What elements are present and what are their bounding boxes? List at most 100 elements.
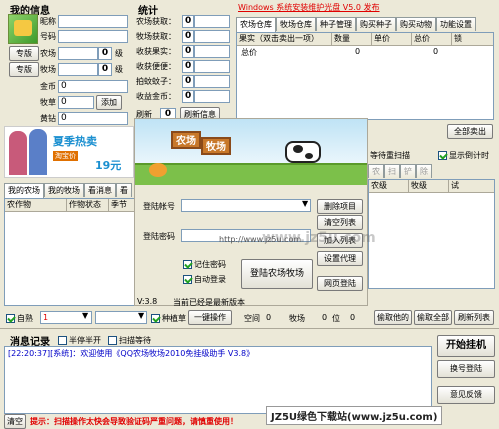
- countdown-label: 显示倒计时: [449, 151, 489, 160]
- clear-list-button[interactable]: 清空列表: [317, 215, 363, 230]
- ranch-exp-field: [58, 63, 98, 76]
- tab-buy-seeds[interactable]: 购买种子: [356, 17, 396, 31]
- tab-buy-animals[interactable]: 购买动物: [396, 17, 436, 31]
- ad-banner[interactable]: 夏季热卖 淘宝价 19元: [4, 126, 134, 178]
- steal-all-button[interactable]: 偷取全部: [414, 310, 452, 325]
- tip-text: 提示：扫描操作太快会导致验证码严重问题，请慎重使用！: [30, 417, 238, 426]
- account-field: [58, 30, 128, 43]
- remember-checkbox[interactable]: [183, 260, 192, 269]
- pro-button-2[interactable]: 专版: [9, 62, 39, 77]
- auto-login-label: 自动登录: [194, 275, 226, 284]
- tab-side-farm[interactable]: 农: [368, 164, 384, 178]
- steal-his-button[interactable]: 偷取他的: [374, 310, 412, 325]
- proxy-button[interactable]: 设置代理: [317, 251, 363, 266]
- tab-farm-warehouse[interactable]: 农场仓库: [236, 17, 276, 32]
- web-login-button[interactable]: 网页登陆: [317, 276, 363, 291]
- login-account-input[interactable]: [181, 199, 311, 212]
- friend-list[interactable]: 农级 牧级试: [368, 179, 495, 289]
- pause-toggle[interactable]: 半停半开: [58, 335, 101, 346]
- countdown-toggle[interactable]: 显示倒计时: [438, 150, 489, 161]
- ad-model-1: [9, 131, 27, 175]
- auto-login-toggle[interactable]: 自动登录: [183, 274, 226, 285]
- friend-tabs: 我的农场 我的牧场 看消息 看: [4, 183, 132, 198]
- tab-settings[interactable]: 功能设置: [436, 17, 476, 31]
- farm-level-value: 0: [98, 47, 112, 60]
- clear-log-button[interactable]: 清空: [4, 414, 26, 429]
- start-button[interactable]: 开始挂机: [437, 335, 495, 357]
- stats-value: 0: [182, 30, 194, 43]
- pumpkin: [149, 163, 167, 177]
- pause-checkbox[interactable]: [58, 336, 67, 345]
- col-fruit[interactable]: 果实（双击卖出一项）: [237, 33, 332, 45]
- col-ranch-level[interactable]: 牧级: [409, 180, 449, 192]
- ranch-sign: 牧场: [201, 137, 231, 155]
- nickname-field: [58, 15, 128, 28]
- ranch-label: 牧场: [40, 65, 56, 74]
- col-test[interactable]: 试: [449, 180, 489, 192]
- table-row[interactable]: 总价 0 0: [237, 46, 493, 58]
- col-price[interactable]: 单价: [372, 33, 412, 45]
- tab-side-remove[interactable]: 除: [416, 164, 432, 178]
- ranch-level-value: 0: [98, 63, 112, 76]
- tab-side-shovel[interactable]: 铲: [400, 164, 416, 178]
- stats-row: 农场获取：: [136, 17, 176, 26]
- footer-watermark: JZ5U绿色下载站(www.jz5u.com): [266, 406, 443, 425]
- col-crop[interactable]: 农作物: [5, 199, 67, 211]
- countdown-checkbox[interactable]: [438, 151, 447, 160]
- col-farm-level[interactable]: 农级: [369, 180, 409, 192]
- pos-label: 位: [332, 314, 340, 323]
- scan-wait-toggle[interactable]: 扫描等待: [108, 335, 151, 346]
- add-button[interactable]: 添加: [96, 95, 122, 110]
- farm-level-unit: 级: [115, 49, 123, 58]
- tab-ranch-warehouse[interactable]: 牧场仓库: [276, 17, 316, 31]
- nickname-label: 昵称: [40, 17, 56, 26]
- col-crop-status[interactable]: 作物状态: [67, 199, 109, 211]
- feedback-button[interactable]: 意见反馈: [437, 386, 495, 404]
- shepherd-checkbox[interactable]: [151, 314, 160, 323]
- stats-field: [194, 15, 230, 28]
- col-season[interactable]: 季节: [109, 199, 133, 211]
- col-qty[interactable]: 数量: [332, 33, 372, 45]
- avatar: [8, 14, 38, 44]
- login-button[interactable]: 登陆农场牧场: [241, 259, 313, 289]
- shepherd-toggle[interactable]: 种植草: [151, 313, 186, 324]
- crop-grid[interactable]: 农作物 作物状态 季节: [4, 198, 136, 306]
- cow: [285, 141, 321, 163]
- auto-toggle[interactable]: 自熟: [6, 313, 33, 324]
- tab-my-farm[interactable]: 我的农场: [4, 183, 44, 198]
- login-dialog: 农场 牧场 登陆帐号 ▼ 登陆密码 记住密码 自动登录 登陆农场牧场 删除项目 …: [134, 118, 368, 307]
- tab-view[interactable]: 看: [116, 183, 132, 197]
- pause-label: 半停半开: [69, 336, 101, 345]
- auto-label: 自熟: [17, 314, 33, 323]
- one-click-button[interactable]: 一键操作: [188, 310, 232, 325]
- warehouse-grid[interactable]: 果实（双击卖出一项） 数量 单价 总价锁 总价 0 0: [236, 32, 494, 120]
- pro-button-1[interactable]: 专版: [9, 46, 39, 61]
- crop-grid-header: 农作物 作物状态 季节: [5, 199, 135, 212]
- sell-all-button[interactable]: 全部卖出: [447, 124, 493, 139]
- scan-wait-checkbox[interactable]: [108, 336, 117, 345]
- delete-item-button[interactable]: 删除项目: [317, 199, 363, 214]
- shepherd-label: 种植草: [162, 314, 186, 323]
- log-panel[interactable]: [22:20:37][系统]：欢迎使用《QQ农场牧场2010免挂级助手 V3.8…: [4, 346, 432, 414]
- tab-messages[interactable]: 看消息: [84, 183, 116, 197]
- remember-toggle[interactable]: 记住密码: [183, 259, 226, 270]
- login-banner: 农场 牧场: [135, 119, 367, 185]
- chevron-down-icon[interactable]: ▼: [138, 311, 144, 320]
- tab-side-scan[interactable]: 扫: [384, 164, 400, 178]
- auto-login-checkbox[interactable]: [183, 275, 192, 284]
- banner-link[interactable]: Windows 系统安装维护光盘 V5.0 发布: [238, 2, 380, 13]
- warehouse-grid-header: 果实（双击卖出一项） 数量 单价 总价锁: [237, 33, 493, 46]
- refresh-list-button[interactable]: 刷新列表: [454, 310, 494, 325]
- stats-value: 0: [182, 45, 194, 58]
- ranch-coin-label: 牧草: [40, 98, 56, 107]
- chevron-down-icon[interactable]: ▼: [302, 199, 308, 208]
- pos-value: 0: [350, 313, 356, 322]
- cell-qty: 0: [355, 47, 361, 56]
- auto-checkbox[interactable]: [6, 314, 15, 323]
- col-total[interactable]: 总价: [412, 33, 452, 45]
- tab-my-ranch[interactable]: 我的牧场: [44, 183, 84, 197]
- switch-account-button[interactable]: 换号登陆: [437, 360, 495, 378]
- stats-value: 0: [182, 15, 194, 28]
- tab-seed-manage[interactable]: 种子管理: [316, 17, 356, 31]
- chevron-down-icon[interactable]: ▼: [82, 311, 88, 320]
